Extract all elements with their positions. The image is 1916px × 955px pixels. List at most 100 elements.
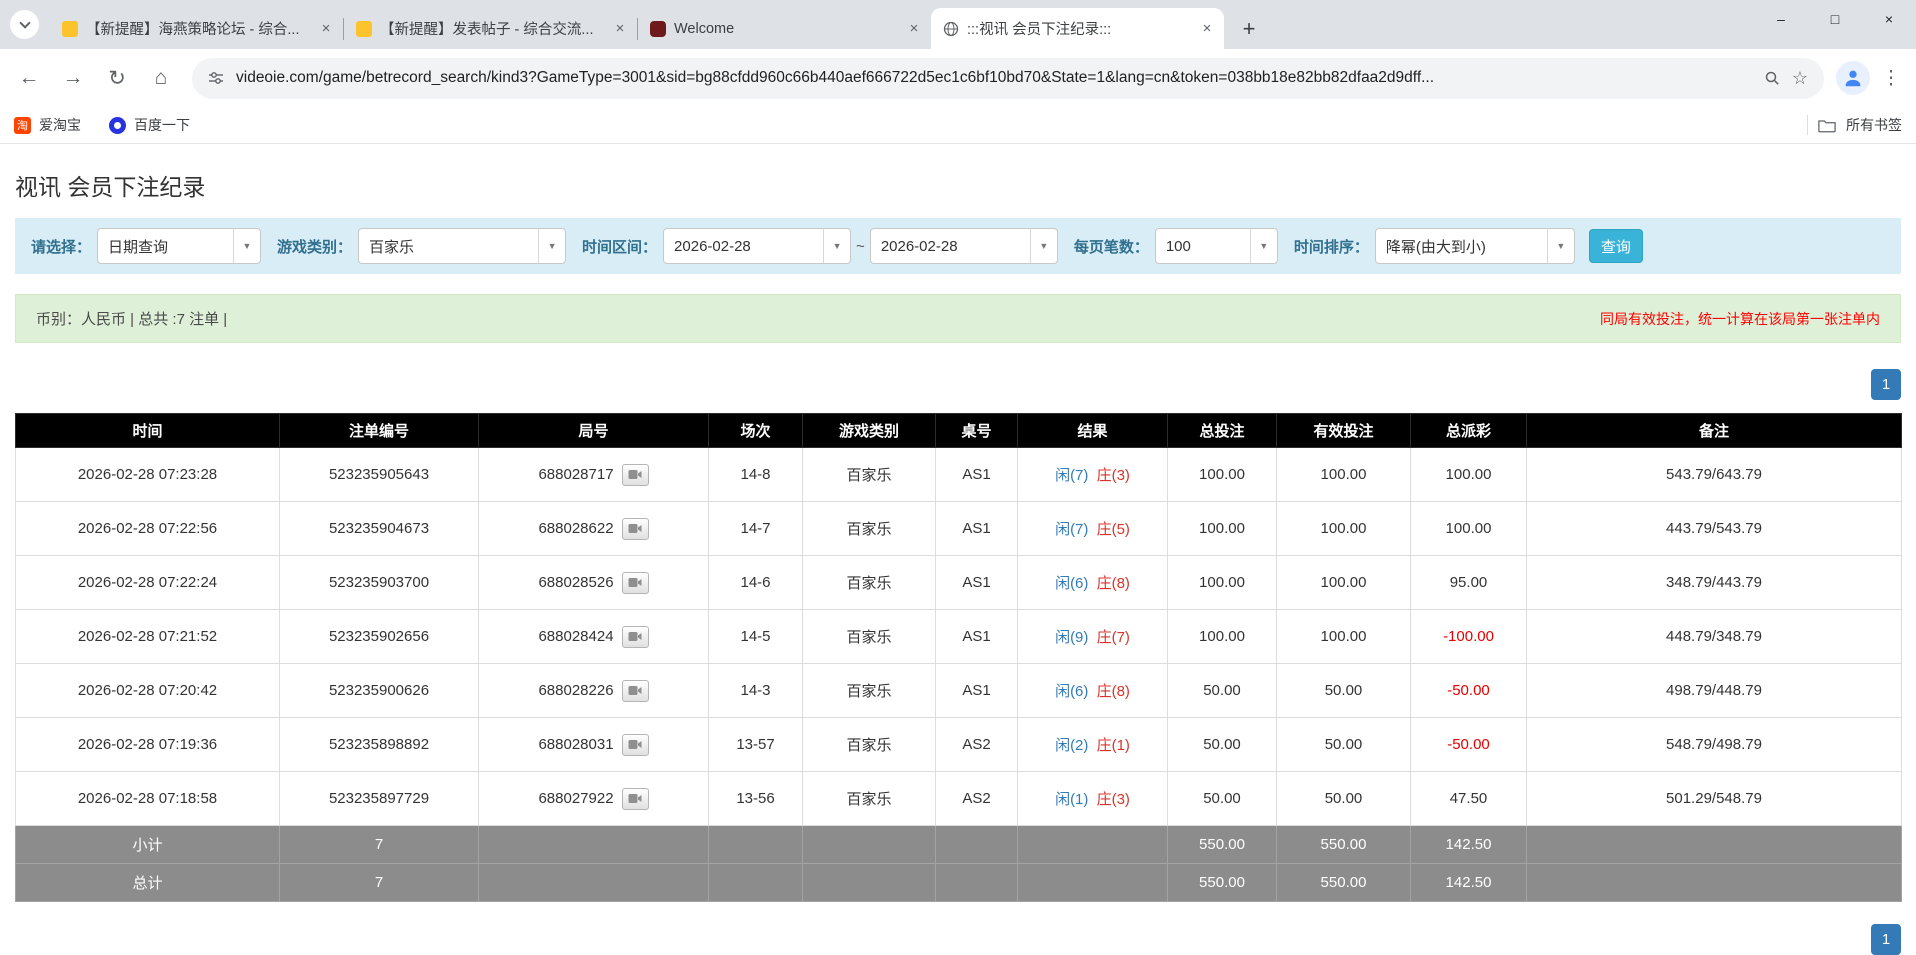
result-cell: 闲(6) 庄(8) <box>1018 664 1168 718</box>
back-button[interactable]: ← <box>10 59 48 97</box>
forward-button[interactable]: → <box>54 59 92 97</box>
sort-select[interactable]: 降幂(由大到小) ▼ <box>1375 228 1575 264</box>
page-size-select[interactable]: 100 ▼ <box>1155 228 1278 264</box>
sort-value: 降幂(由大到小) <box>1376 236 1547 257</box>
tab-close-icon[interactable]: × <box>1198 20 1216 37</box>
home-button[interactable]: ⌂ <box>142 59 180 97</box>
total-bet-link[interactable]: 100.00 <box>1168 502 1277 556</box>
game-type: 百家乐 <box>803 556 936 610</box>
video-replay-button[interactable] <box>622 734 649 756</box>
query-type-select[interactable]: 日期查询 ▼ <box>97 228 261 264</box>
payout: 100.00 <box>1411 502 1527 556</box>
all-bookmarks[interactable]: 所有书签 <box>1807 115 1902 135</box>
bet-time: 2026-02-28 07:21:52 <box>16 610 280 664</box>
tab-close-icon[interactable]: × <box>611 20 629 37</box>
bet-id: 523235900626 <box>280 664 479 718</box>
round-cell: 688028526 <box>479 556 709 610</box>
page-size-value: 100 <box>1156 238 1250 255</box>
result-player: 闲(9) <box>1055 629 1088 646</box>
browser-tab-1[interactable]: 【新提醒】海燕策略论坛 - 综合... × <box>50 8 343 49</box>
tab-title: :::视讯 会员下注纪录::: <box>967 18 1190 39</box>
taobao-icon: 淘 <box>14 117 31 134</box>
total-bet-link[interactable]: 50.00 <box>1168 772 1277 826</box>
remark: 348.79/443.79 <box>1527 556 1902 610</box>
footer-empty-cell <box>803 864 936 902</box>
date-from-select[interactable]: 2026-02-28 ▼ <box>663 228 851 264</box>
chevron-down-icon: ▼ <box>1250 229 1277 263</box>
result-cell: 闲(1) 庄(3) <box>1018 772 1168 826</box>
summary-bar: 币别：人民币 | 总共 :7 注单 | 同局有效投注，统一计算在该局第一张注单内 <box>15 294 1901 343</box>
bet-time: 2026-02-28 07:20:42 <box>16 664 280 718</box>
all-bookmarks-label: 所有书签 <box>1846 115 1902 135</box>
total-bet-link[interactable]: 100.00 <box>1168 610 1277 664</box>
close-button[interactable]: × <box>1862 0 1916 38</box>
result-player: 闲(6) <box>1055 683 1088 700</box>
session-number: 13-57 <box>709 718 803 772</box>
video-replay-button[interactable] <box>622 680 649 702</box>
footer-empty-cell <box>709 864 803 902</box>
col-payout: 总派彩 <box>1411 414 1527 448</box>
page-1-button[interactable]: 1 <box>1871 369 1901 400</box>
subtotal-payout: 142.50 <box>1411 826 1527 864</box>
total-bet-link[interactable]: 100.00 <box>1168 448 1277 502</box>
chevron-down-icon: ▼ <box>538 229 565 263</box>
tab-close-icon[interactable]: × <box>317 20 335 37</box>
bookmark-baidu[interactable]: 百度一下 <box>109 115 190 135</box>
valid-bet: 50.00 <box>1277 664 1411 718</box>
browser-tab-active[interactable]: :::视讯 会员下注纪录::: × <box>931 8 1224 49</box>
new-tab-button[interactable]: + <box>1234 14 1264 44</box>
tab-search-button[interactable] <box>10 10 39 39</box>
video-replay-button[interactable] <box>622 572 649 594</box>
minimize-button[interactable]: – <box>1754 0 1808 38</box>
remark: 443.79/543.79 <box>1527 502 1902 556</box>
col-remark: 备注 <box>1527 414 1902 448</box>
folder-icon <box>1818 118 1836 133</box>
browser-tab-2[interactable]: 【新提醒】发表帖子 - 综合交流... × <box>344 8 637 49</box>
url-text[interactable]: videoie.com/game/betrecord_search/kind3?… <box>236 69 1752 87</box>
payout: 47.50 <box>1411 772 1527 826</box>
result-player: 闲(1) <box>1055 791 1088 808</box>
video-icon <box>628 523 642 534</box>
date-to-select[interactable]: 2026-02-28 ▼ <box>870 228 1058 264</box>
video-replay-button[interactable] <box>622 626 649 648</box>
col-valid-bet: 有效投注 <box>1277 414 1411 448</box>
total-bet-link[interactable]: 100.00 <box>1168 556 1277 610</box>
bookmark-star-icon[interactable]: ☆ <box>1792 68 1808 89</box>
search-icon[interactable] <box>1764 70 1780 86</box>
table-row: 2026-02-28 07:20:42 523235900626 6880282… <box>16 664 1902 718</box>
game-type: 百家乐 <box>803 664 936 718</box>
maximize-button[interactable]: □ <box>1808 0 1862 38</box>
video-replay-button[interactable] <box>622 518 649 540</box>
reload-button[interactable]: ↻ <box>98 59 136 97</box>
game-type: 百家乐 <box>803 610 936 664</box>
video-replay-button[interactable] <box>622 788 649 810</box>
address-bar[interactable]: videoie.com/game/betrecord_search/kind3?… <box>192 58 1824 99</box>
table-number: AS1 <box>936 556 1018 610</box>
search-button[interactable]: 查询 <box>1589 229 1643 263</box>
total-bet-link[interactable]: 50.00 <box>1168 718 1277 772</box>
bookmark-taobao[interactable]: 淘 爱淘宝 <box>14 115 81 135</box>
bet-time: 2026-02-28 07:22:56 <box>16 502 280 556</box>
round-cell: 688028717 <box>479 448 709 502</box>
remark: 543.79/643.79 <box>1527 448 1902 502</box>
profile-avatar[interactable] <box>1836 61 1870 95</box>
page-1-button[interactable]: 1 <box>1871 924 1901 955</box>
remark: 501.29/548.79 <box>1527 772 1902 826</box>
result-banker: 庄(3) <box>1097 467 1130 484</box>
game-type: 百家乐 <box>803 718 936 772</box>
video-replay-button[interactable] <box>622 464 649 486</box>
video-icon <box>628 577 642 588</box>
total-bet-link[interactable]: 50.00 <box>1168 664 1277 718</box>
game-type-select[interactable]: 百家乐 ▼ <box>358 228 566 264</box>
browser-menu-icon[interactable]: ⋮ <box>1876 67 1906 90</box>
browser-tab-3[interactable]: Welcome × <box>638 8 931 49</box>
footer-empty-cell <box>803 826 936 864</box>
site-settings-icon[interactable] <box>208 70 224 86</box>
bet-id: 523235904673 <box>280 502 479 556</box>
bet-time: 2026-02-28 07:22:24 <box>16 556 280 610</box>
page-title: 视讯 会员下注纪录 <box>15 168 1901 202</box>
col-result: 结果 <box>1018 414 1168 448</box>
tab-close-icon[interactable]: × <box>905 20 923 37</box>
chevron-down-icon: ▼ <box>1547 229 1574 263</box>
query-type-value: 日期查询 <box>98 236 233 257</box>
